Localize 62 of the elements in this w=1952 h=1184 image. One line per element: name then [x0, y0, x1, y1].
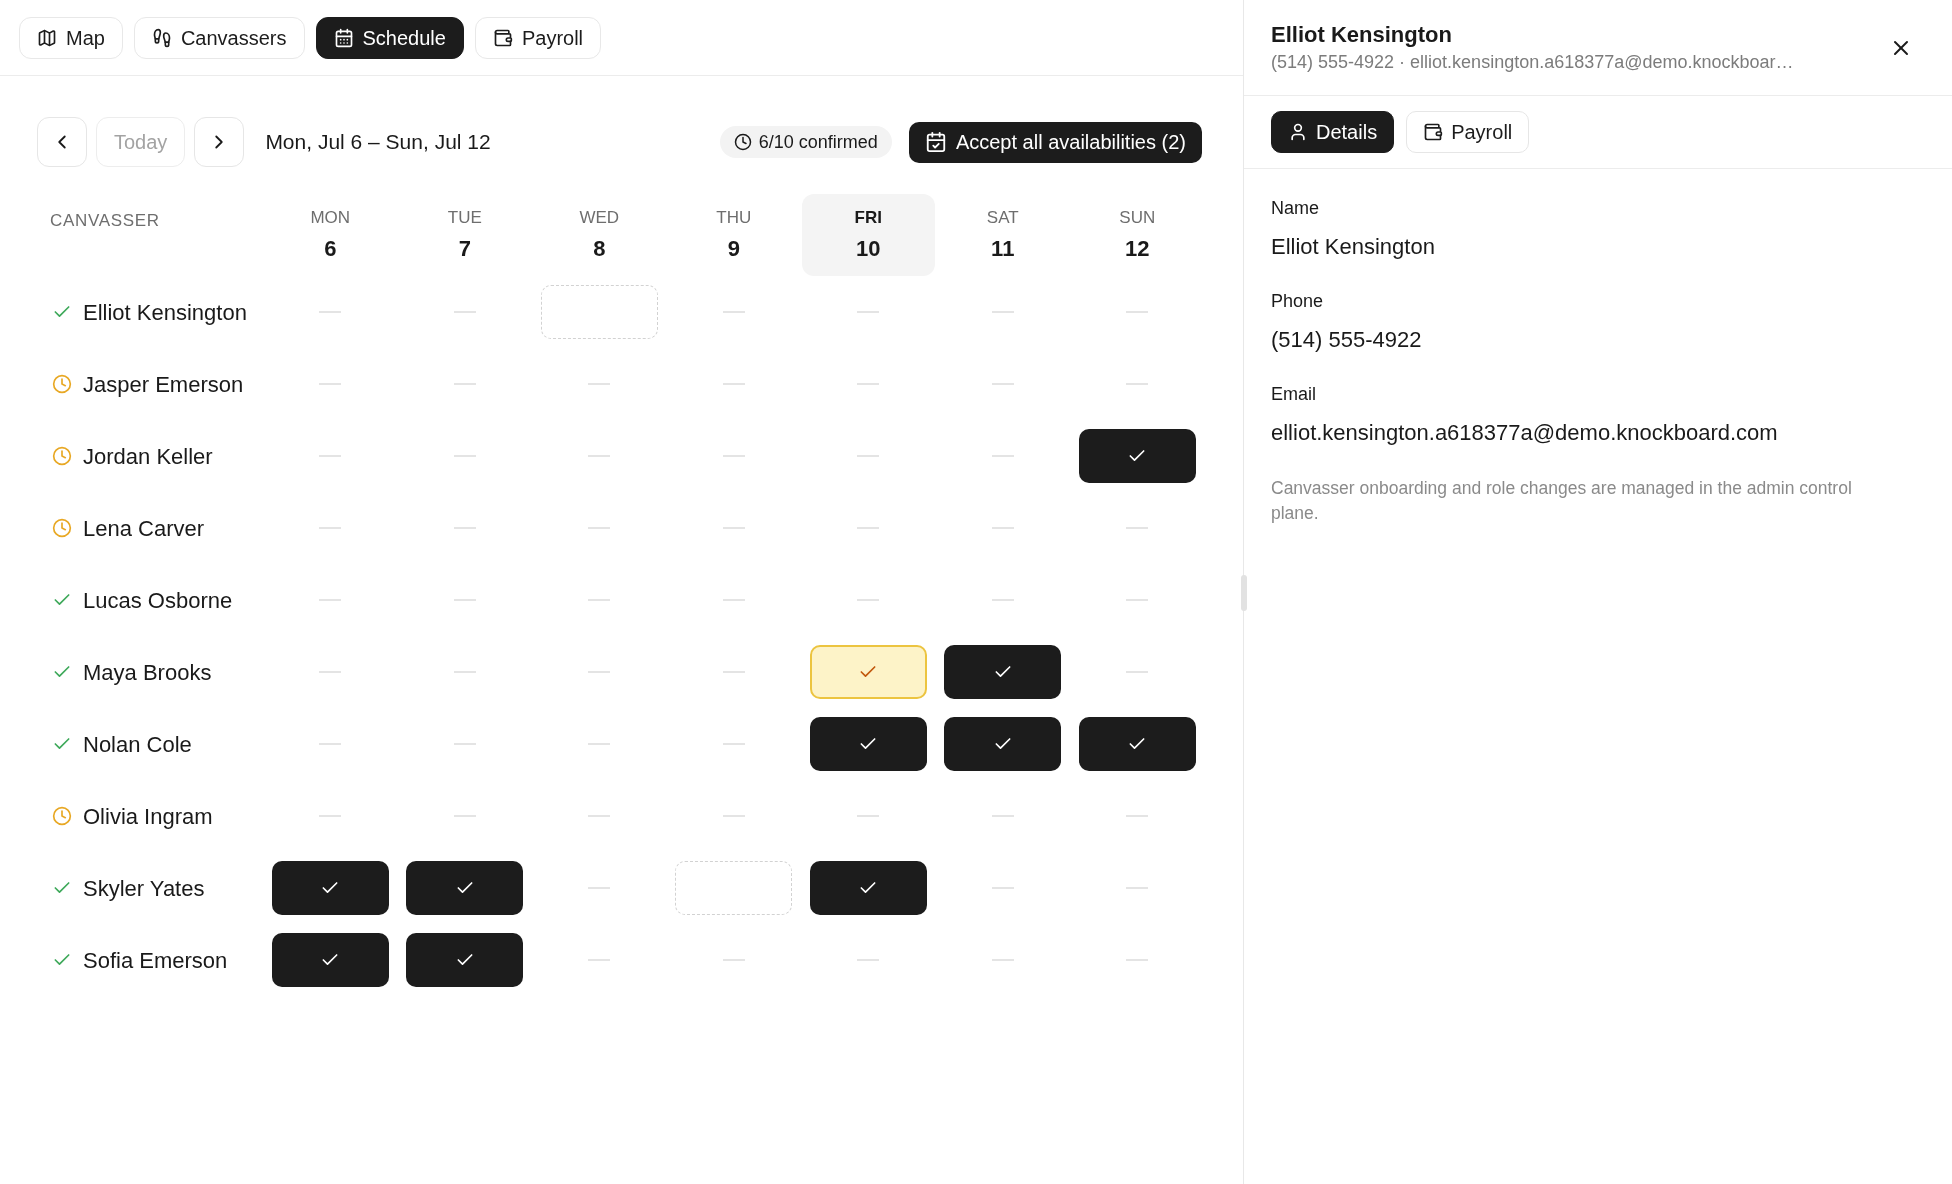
- calendar-check-icon: [924, 131, 947, 153]
- column-header: CANVASSER: [50, 211, 160, 230]
- canvasser-name: Jasper Emerson: [83, 370, 244, 399]
- note-text: Canvasser onboarding and role changes are managed in the admin control plane.: [1271, 477, 1853, 525]
- day-number: 6: [324, 235, 337, 263]
- field-value: Elliot Kensington: [1271, 234, 1436, 260]
- canvasser-name: Sofia Emerson: [83, 946, 228, 975]
- detail-tab[interactable]: Details: [1271, 111, 1395, 153]
- canvasser-name: Elliot Kensington: [83, 298, 247, 327]
- canvasser-name: Maya Brooks: [83, 658, 212, 687]
- day-number: 7: [458, 235, 471, 263]
- canvasser-name: Jordan Keller: [83, 442, 213, 471]
- canvasser-name: Olivia Ingram: [83, 802, 213, 831]
- field-label: Name: [1271, 197, 1320, 220]
- nav-tab[interactable]: Payroll: [474, 16, 602, 59]
- day-number: 12: [1125, 235, 1150, 263]
- shift-button[interactable]: [809, 861, 927, 915]
- nav-tab[interactable]: Schedule: [315, 16, 464, 59]
- accept-all-button[interactable]: Accept all availabilities (2): [908, 121, 1202, 163]
- day-label: FRI: [854, 207, 882, 229]
- shift-button[interactable]: [406, 861, 524, 915]
- shift-button[interactable]: [809, 717, 927, 771]
- footprints-icon: [151, 27, 172, 48]
- map-icon: [37, 27, 57, 48]
- day-label: TUE: [447, 207, 482, 229]
- nav-tab[interactable]: Map: [19, 16, 123, 59]
- detail-tab[interactable]: Payroll: [1406, 111, 1530, 153]
- date-range: Mon, Jul 6 – Sun, Jul 12: [265, 129, 491, 156]
- day-label: THU: [716, 207, 752, 229]
- shift-button[interactable]: [1078, 717, 1196, 771]
- canvasser-name: Lucas Osborne: [83, 586, 233, 615]
- shift-button[interactable]: [406, 933, 524, 987]
- field-label: Email: [1271, 383, 1317, 406]
- shift-button[interactable]: [944, 717, 1062, 771]
- wallet-icon: [492, 27, 513, 48]
- canvasser-name: Nolan Cole: [83, 730, 192, 759]
- field-label: Phone: [1271, 290, 1325, 313]
- detail-title: Elliot Kensington: [1271, 21, 1453, 49]
- nav-tab[interactable]: Canvassers: [133, 16, 305, 59]
- day-label: MON: [310, 207, 351, 229]
- clock-icon: [733, 133, 752, 151]
- confirmed-count: 6/10 confirmed: [758, 130, 878, 154]
- day-number: 11: [991, 235, 1015, 263]
- field-value: elliot.kensington.a618377a@demo.knockboard.com: [1271, 420, 1779, 446]
- shift-button[interactable]: [1078, 429, 1196, 483]
- day-number: 9: [727, 235, 740, 263]
- shift-button[interactable]: [944, 645, 1062, 699]
- canvasser-name: Lena Carver: [83, 514, 205, 543]
- wallet-icon: [1423, 122, 1444, 142]
- detail-subtitle: (514) 555-4922 · elliot.kensington.a618377a@demo.knockboar…: [1271, 51, 1794, 74]
- day-label: WED: [579, 207, 620, 229]
- resize-handle[interactable]: [1241, 575, 1247, 611]
- shift-button[interactable]: [271, 933, 389, 987]
- user-icon: [1288, 122, 1308, 142]
- day-number: 8: [593, 235, 606, 263]
- day-number: 10: [856, 235, 881, 263]
- field-value: (514) 555-4922: [1271, 327, 1423, 353]
- day-label: SUN: [1119, 207, 1156, 229]
- day-label: SAT: [986, 207, 1019, 229]
- shift-button[interactable]: [271, 861, 389, 915]
- calendar-icon: [333, 27, 354, 48]
- canvasser-name: Skyler Yates: [83, 874, 205, 903]
